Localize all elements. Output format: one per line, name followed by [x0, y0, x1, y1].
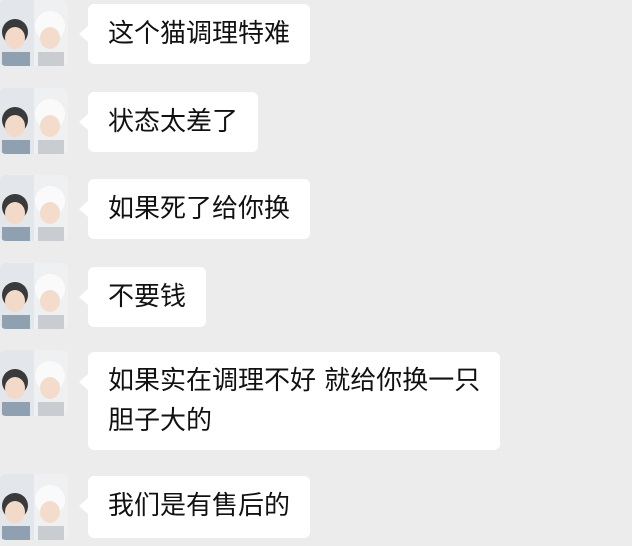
message-text: 如果实在调理不好 就给你换一只 — [108, 366, 481, 396]
message-text: 这个猫调理特难 — [108, 19, 291, 49]
message-text: 胆子大的 — [108, 406, 213, 436]
contact-avatar-icon[interactable] — [0, 474, 68, 540]
contact-avatar-icon[interactable] — [0, 0, 68, 66]
message-text: 我们是有售后的 — [108, 491, 291, 521]
message-bubble[interactable]: 如果死了给你换 — [78, 179, 311, 239]
contact-avatar-icon[interactable] — [0, 88, 68, 154]
chat-history: 这个猫调理特难 状态太差了 如果死了给你换 不要钱 如果实在调理不好 就给你换一… — [0, 0, 632, 546]
message-bubble[interactable]: 我们是有售后的 — [78, 476, 311, 538]
message-bubble[interactable]: 如果实在调理不好 就给你换一只 胆子大的 — [78, 352, 501, 450]
message-bubble[interactable]: 这个猫调理特难 — [78, 4, 311, 64]
contact-avatar-icon[interactable] — [0, 263, 68, 329]
contact-avatar-icon[interactable] — [0, 175, 68, 241]
message-text: 状态太差了 — [108, 107, 239, 137]
message-bubble[interactable]: 状态太差了 — [78, 92, 259, 152]
message-bubble[interactable]: 不要钱 — [78, 267, 207, 327]
message-text: 不要钱 — [108, 282, 187, 312]
message-text: 如果死了给你换 — [108, 194, 291, 224]
contact-avatar-icon[interactable] — [0, 350, 68, 416]
